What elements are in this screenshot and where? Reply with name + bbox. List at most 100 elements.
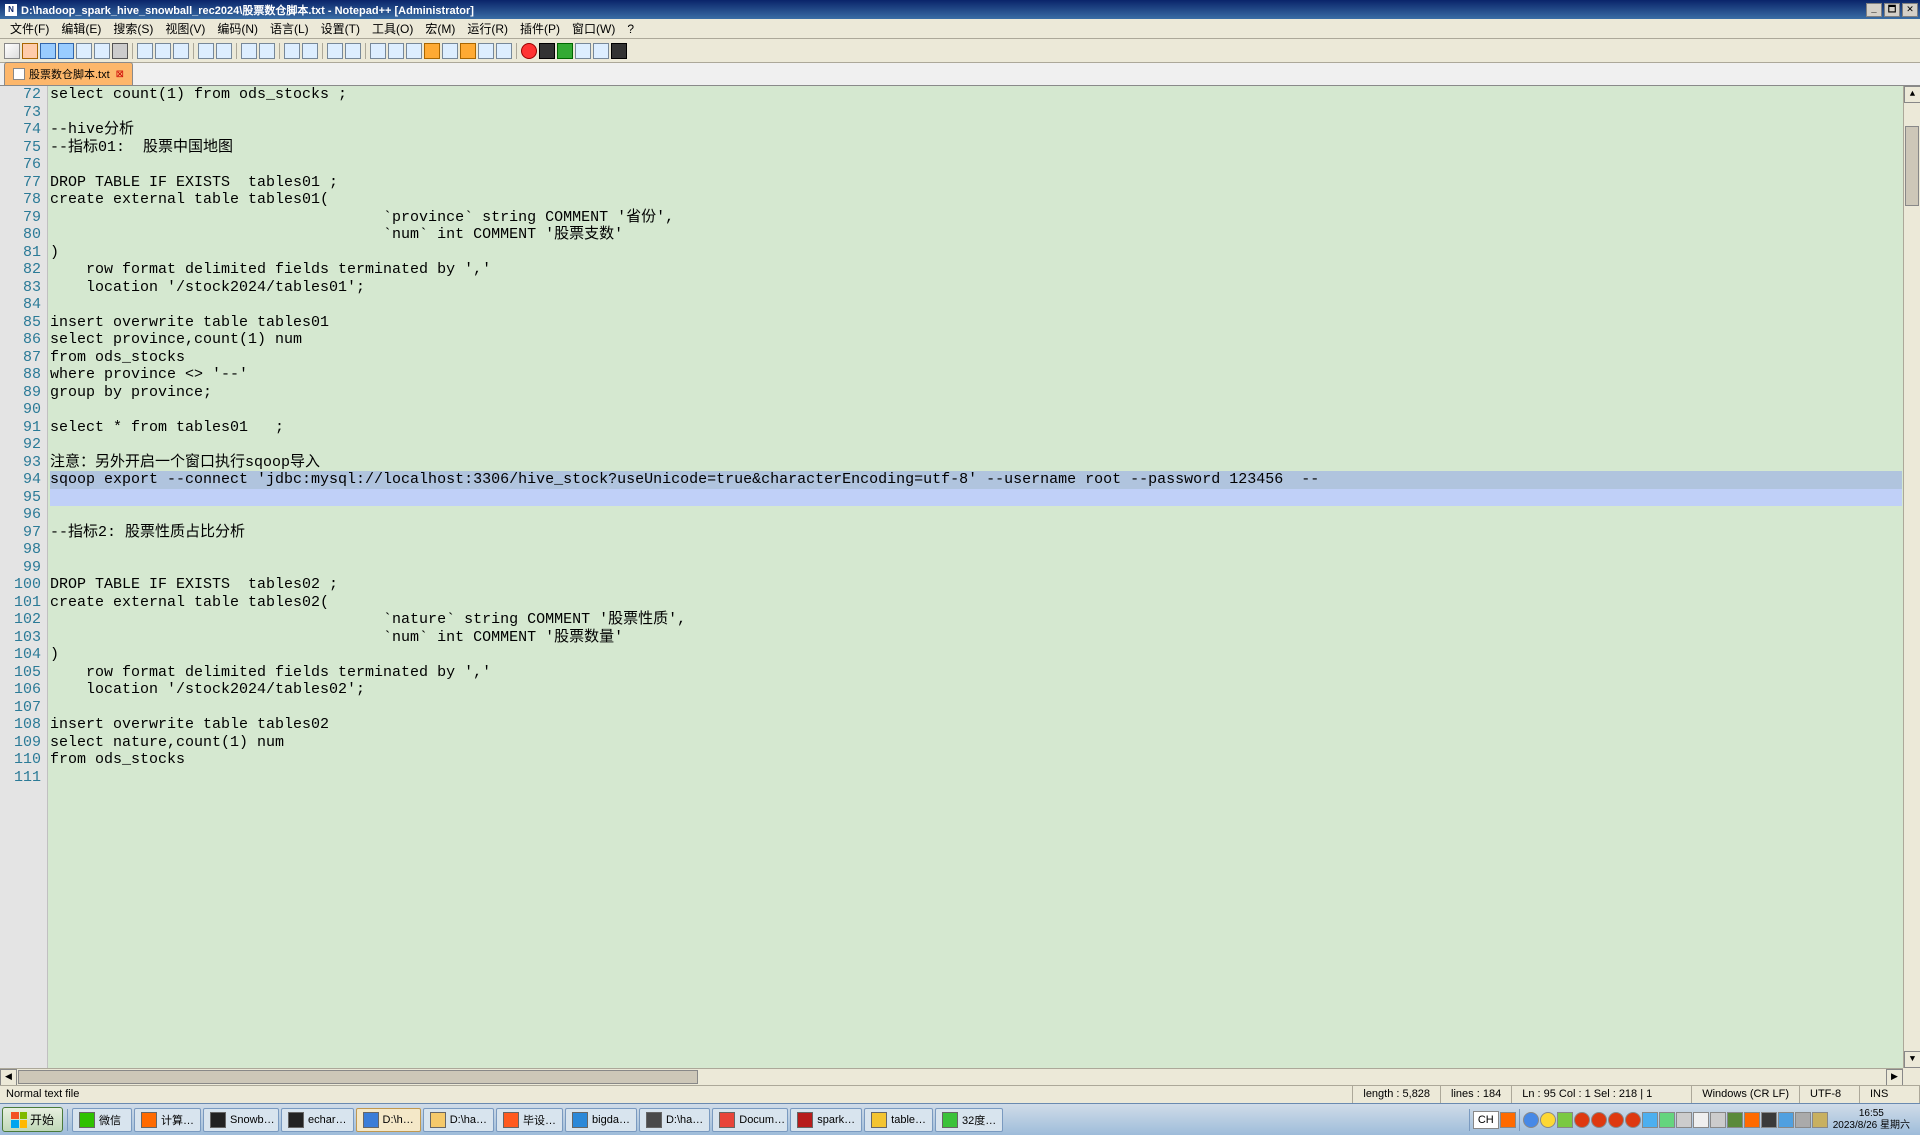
- code-line[interactable]: --hive分析: [50, 121, 1902, 139]
- scroll-h-thumb[interactable]: [18, 1070, 698, 1084]
- allchars-icon[interactable]: [388, 43, 404, 59]
- menu-settings[interactable]: 设置(T): [315, 18, 366, 39]
- lang-icon[interactable]: [424, 43, 440, 59]
- replace-icon[interactable]: [259, 43, 275, 59]
- code-line[interactable]: select nature,count(1) num: [50, 734, 1902, 752]
- code-line[interactable]: `num` int COMMENT '股票支数': [50, 226, 1902, 244]
- code-line[interactable]: --指标2: 股票性质占比分析: [50, 524, 1902, 542]
- code-line[interactable]: DROP TABLE IF EXISTS tables02 ;: [50, 576, 1902, 594]
- status-eol[interactable]: Windows (CR LF): [1692, 1086, 1800, 1103]
- tray-network-icon[interactable]: [1795, 1112, 1811, 1128]
- save-macro-icon[interactable]: [593, 43, 609, 59]
- vertical-scrollbar[interactable]: ▲ ▼: [1903, 86, 1920, 1068]
- taskbar-app-button[interactable]: echar…: [281, 1108, 354, 1132]
- code-line[interactable]: from ods_stocks: [50, 751, 1902, 769]
- taskbar-clock[interactable]: 16:55 2023/8/26 星期六: [1829, 1108, 1914, 1132]
- tray-sogou-icon[interactable]: [1500, 1112, 1516, 1128]
- menu-run[interactable]: 运行(R): [461, 18, 514, 39]
- tray-icon[interactable]: [1557, 1112, 1573, 1128]
- play-macro-icon[interactable]: [557, 43, 573, 59]
- code-line[interactable]: DROP TABLE IF EXISTS tables01 ;: [50, 174, 1902, 192]
- code-line[interactable]: create external table tables02(: [50, 594, 1902, 612]
- tray-icon[interactable]: [1676, 1112, 1692, 1128]
- code-line[interactable]: `num` int COMMENT '股票数量': [50, 629, 1902, 647]
- maximize-button[interactable]: 🗖: [1884, 3, 1900, 17]
- redo-icon[interactable]: [216, 43, 232, 59]
- code-line[interactable]: [50, 156, 1902, 174]
- code-line[interactable]: row format delimited fields terminated b…: [50, 261, 1902, 279]
- copy-icon[interactable]: [155, 43, 171, 59]
- scroll-v-thumb[interactable]: [1905, 126, 1919, 206]
- cmd-icon[interactable]: [611, 43, 627, 59]
- menu-view[interactable]: 视图(V): [159, 18, 211, 39]
- taskbar-app-button[interactable]: D:\ha…: [639, 1108, 710, 1132]
- folder-icon[interactable]: [478, 43, 494, 59]
- menu-window[interactable]: 窗口(W): [566, 18, 621, 39]
- record-macro-icon[interactable]: [521, 43, 537, 59]
- file-tab[interactable]: 股票数仓脚本.txt ⊠: [4, 62, 133, 85]
- code-line[interactable]: insert overwrite table tables02: [50, 716, 1902, 734]
- code-line[interactable]: insert overwrite table tables01: [50, 314, 1902, 332]
- taskbar-app-button[interactable]: spark…: [790, 1108, 862, 1132]
- tab-close-icon[interactable]: ⊠: [116, 69, 124, 80]
- cut-icon[interactable]: [137, 43, 153, 59]
- code-line[interactable]: --指标01: 股票中国地图: [50, 139, 1902, 157]
- taskbar-app-button[interactable]: 计算…: [134, 1108, 201, 1132]
- taskbar-app-button[interactable]: 32度…: [935, 1108, 1003, 1132]
- tray-icon[interactable]: [1540, 1112, 1556, 1128]
- code-line[interactable]: create external table tables01(: [50, 191, 1902, 209]
- taskbar-app-button[interactable]: Docum…: [712, 1108, 788, 1132]
- indent-guide-icon[interactable]: [406, 43, 422, 59]
- code-line[interactable]: [50, 559, 1902, 577]
- print-icon[interactable]: [112, 43, 128, 59]
- start-button[interactable]: 开始: [2, 1107, 63, 1132]
- menu-macro[interactable]: 宏(M): [419, 18, 461, 39]
- horizontal-scrollbar[interactable]: ◀ ▶: [0, 1068, 1903, 1085]
- code-line[interactable]: `province` string COMMENT '省份',: [50, 209, 1902, 227]
- code-line[interactable]: `nature` string COMMENT '股票性质',: [50, 611, 1902, 629]
- code-line[interactable]: [50, 436, 1902, 454]
- sync-h-icon[interactable]: [345, 43, 361, 59]
- code-line[interactable]: [50, 104, 1902, 122]
- scroll-down-icon[interactable]: ▼: [1904, 1051, 1920, 1068]
- menu-search[interactable]: 搜索(S): [107, 18, 159, 39]
- menu-edit[interactable]: 编辑(E): [55, 18, 107, 39]
- scroll-left-icon[interactable]: ◀: [0, 1069, 17, 1085]
- menu-plugins[interactable]: 插件(P): [514, 18, 566, 39]
- scroll-up-icon[interactable]: ▲: [1904, 86, 1920, 103]
- code-line[interactable]: location '/stock2024/tables01';: [50, 279, 1902, 297]
- code-area[interactable]: select count(1) from ods_stocks ; --hive…: [50, 86, 1902, 1085]
- status-ins[interactable]: INS: [1860, 1086, 1920, 1103]
- zoom-in-icon[interactable]: [284, 43, 300, 59]
- code-line[interactable]: ): [50, 646, 1902, 664]
- taskbar-app-button[interactable]: 毕设…: [496, 1108, 563, 1132]
- minimize-button[interactable]: _: [1866, 3, 1882, 17]
- code-line[interactable]: [50, 506, 1902, 524]
- paste-icon[interactable]: [173, 43, 189, 59]
- code-line[interactable]: ): [50, 244, 1902, 262]
- code-line[interactable]: select * from tables01 ;: [50, 419, 1902, 437]
- taskbar-app-button[interactable]: 微信: [72, 1108, 132, 1132]
- tray-qq-icon[interactable]: [1574, 1112, 1590, 1128]
- editor[interactable]: 7273747576777879808182838485868788899091…: [0, 86, 1920, 1085]
- open-file-icon[interactable]: [22, 43, 38, 59]
- code-line[interactable]: [50, 296, 1902, 314]
- stop-macro-icon[interactable]: [539, 43, 555, 59]
- code-line[interactable]: select province,count(1) num: [50, 331, 1902, 349]
- undo-icon[interactable]: [198, 43, 214, 59]
- wordwrap-icon[interactable]: [370, 43, 386, 59]
- menu-file[interactable]: 文件(F): [4, 18, 55, 39]
- tray-volume-icon[interactable]: [1778, 1112, 1794, 1128]
- code-line[interactable]: where province <> '--': [50, 366, 1902, 384]
- menu-tools[interactable]: 工具(O): [366, 18, 419, 39]
- tray-icon[interactable]: [1710, 1112, 1726, 1128]
- playmulti-icon[interactable]: [575, 43, 591, 59]
- save-icon[interactable]: [40, 43, 56, 59]
- tray-icon[interactable]: [1659, 1112, 1675, 1128]
- save-all-icon[interactable]: [58, 43, 74, 59]
- close-all-icon[interactable]: [94, 43, 110, 59]
- taskbar-app-button[interactable]: D:\ha…: [423, 1108, 494, 1132]
- sync-v-icon[interactable]: [327, 43, 343, 59]
- taskbar-app-button[interactable]: table…: [864, 1108, 933, 1132]
- tray-icon[interactable]: [1693, 1112, 1709, 1128]
